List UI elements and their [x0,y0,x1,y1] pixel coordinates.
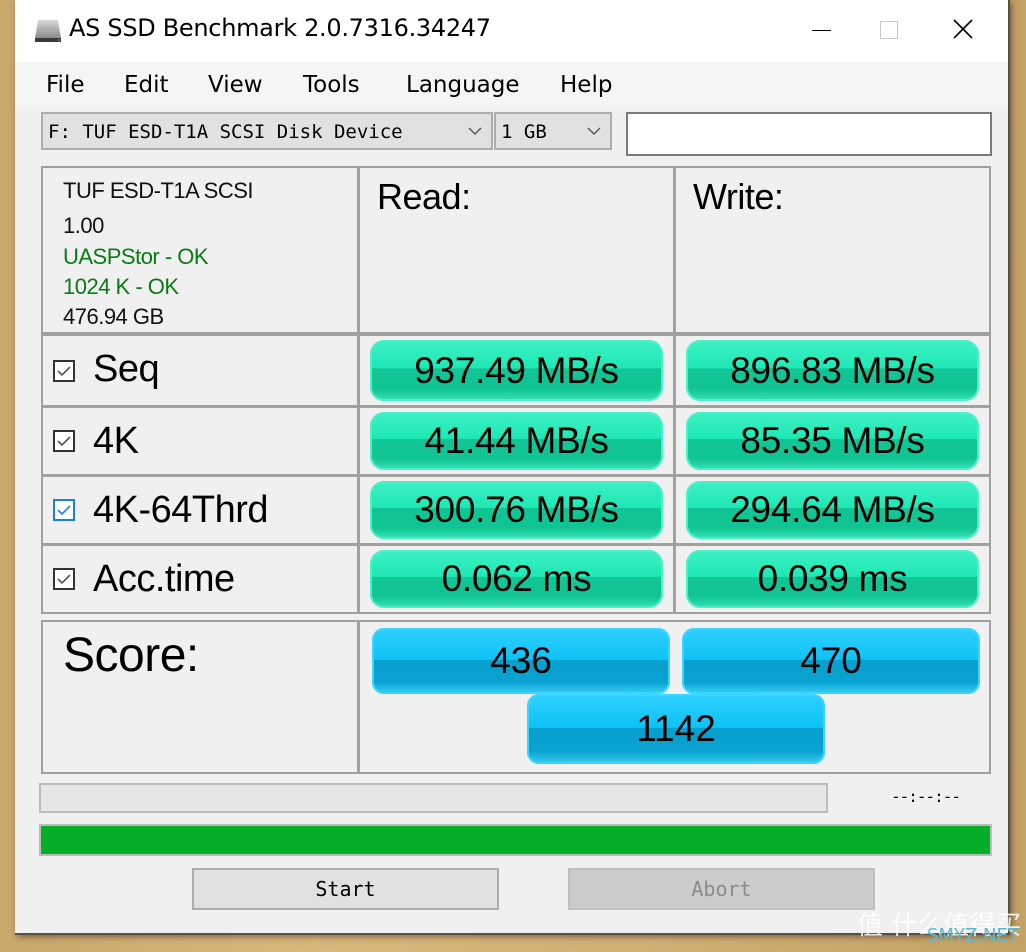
total-score: 1142 [527,694,825,764]
acc-time-write-cell: 0.039 ms [674,544,991,614]
drive-select-value: F: TUF ESD-T1A SCSI Disk Device [48,121,403,143]
test-row-4k-64thrd: 4K-64Thrd [41,475,359,545]
abort-button[interactable]: Abort [568,868,875,910]
menu-view[interactable]: View [208,72,263,98]
score-label: Score: [63,629,199,682]
time-readout: --:--:-- [891,787,961,806]
4k-64thrd-write-cell: 294.64 MB/s [674,475,991,545]
watermark-sub: SMYZ.NET [927,925,1019,946]
test-row-acc-time: Acc.time [41,544,359,614]
4k-label: 4K [93,420,139,462]
device-firmware: 1.00 [63,213,104,238]
title-bar[interactable]: SSD AS SSD Benchmark 2.0.7316.34247 [15,0,1008,62]
score-values-panel: 436 470 1142 [358,620,991,774]
overall-progress-bar [39,824,992,856]
4k-64thrd-write-value: 294.64 MB/s [686,481,979,539]
device-name: TUF ESD-T1A SCSI [63,178,254,203]
close-button[interactable] [917,0,1008,62]
4k-64thrd-checkbox[interactable] [53,499,75,521]
overall-progress-fill [41,826,990,854]
4k-read-cell: 41.44 MB/s [358,406,675,476]
driver-status: UASPStor - OK [63,244,209,269]
device-info-panel: TUF ESD-T1A SCSI 1.00 UASPStor - OK 1024… [41,166,359,334]
svg-text:SSD: SSD [41,27,55,34]
menu-language[interactable]: Language [406,72,520,98]
acc-time-label: Acc.time [93,558,235,600]
acc-time-read-value: 0.062 ms [370,550,663,608]
seq-checkbox[interactable] [53,360,75,382]
write-score: 470 [682,628,980,694]
4k-write-cell: 85.35 MB/s [674,406,991,476]
test-size-select[interactable]: 1 GB [494,112,612,150]
minimize-icon [812,30,831,31]
menu-tools[interactable]: Tools [303,72,360,98]
write-header-panel: Write: [674,166,991,334]
4k-write-value: 85.35 MB/s [686,412,979,470]
device-capacity: 476.94 GB [63,304,164,329]
checkmark-icon [57,505,71,516]
start-button[interactable]: Start [192,868,499,910]
4k-64thrd-read-value: 300.76 MB/s [370,481,663,539]
test-row-4k: 4K [41,406,359,476]
4k-checkbox[interactable] [53,430,75,452]
chevron-down-icon [587,127,601,135]
alignment-status: 1024 K - OK [63,274,179,299]
seq-write-cell: 896.83 MB/s [674,334,991,407]
menu-file[interactable]: File [46,72,85,98]
drive-select[interactable]: F: TUF ESD-T1A SCSI Disk Device [41,112,493,150]
test-progress-bar [39,783,828,813]
acc-time-checkbox[interactable] [53,568,75,590]
write-header: Write: [693,176,784,217]
checkmark-icon [57,574,71,585]
read-header-panel: Read: [358,166,675,334]
checkmark-icon [57,366,71,377]
info-text-field[interactable] [626,112,992,156]
app-window: SSD AS SSD Benchmark 2.0.7316.34247 File… [15,0,1010,935]
test-size-value: 1 GB [501,121,547,143]
menu-bar: File Edit View Tools Language Help [15,62,1008,108]
watermark: 值 什么值得买 SMYZ.NET [857,905,1021,946]
menu-edit[interactable]: Edit [124,72,169,98]
test-row-seq: Seq [41,334,359,407]
seq-read-value: 937.49 MB/s [370,340,663,401]
score-label-panel: Score: [41,620,359,774]
4k-64thrd-label: 4K-64Thrd [93,489,269,531]
acc-time-write-value: 0.039 ms [686,550,979,608]
minimize-button[interactable] [775,0,865,62]
read-header: Read: [377,176,471,217]
seq-read-cell: 937.49 MB/s [358,334,675,407]
4k-64thrd-read-cell: 300.76 MB/s [358,475,675,545]
close-icon [953,19,973,39]
seq-label: Seq [93,348,160,390]
maximize-icon [880,21,898,39]
chevron-down-icon [468,127,482,135]
seq-write-value: 896.83 MB/s [686,340,979,401]
menu-help[interactable]: Help [560,72,612,98]
ssd-drive-icon: SSD [35,20,61,42]
read-score: 436 [372,628,670,694]
window-title: AS SSD Benchmark 2.0.7316.34247 [69,14,491,42]
checkmark-icon [57,436,71,447]
4k-read-value: 41.44 MB/s [370,412,663,470]
acc-time-read-cell: 0.062 ms [358,544,675,614]
